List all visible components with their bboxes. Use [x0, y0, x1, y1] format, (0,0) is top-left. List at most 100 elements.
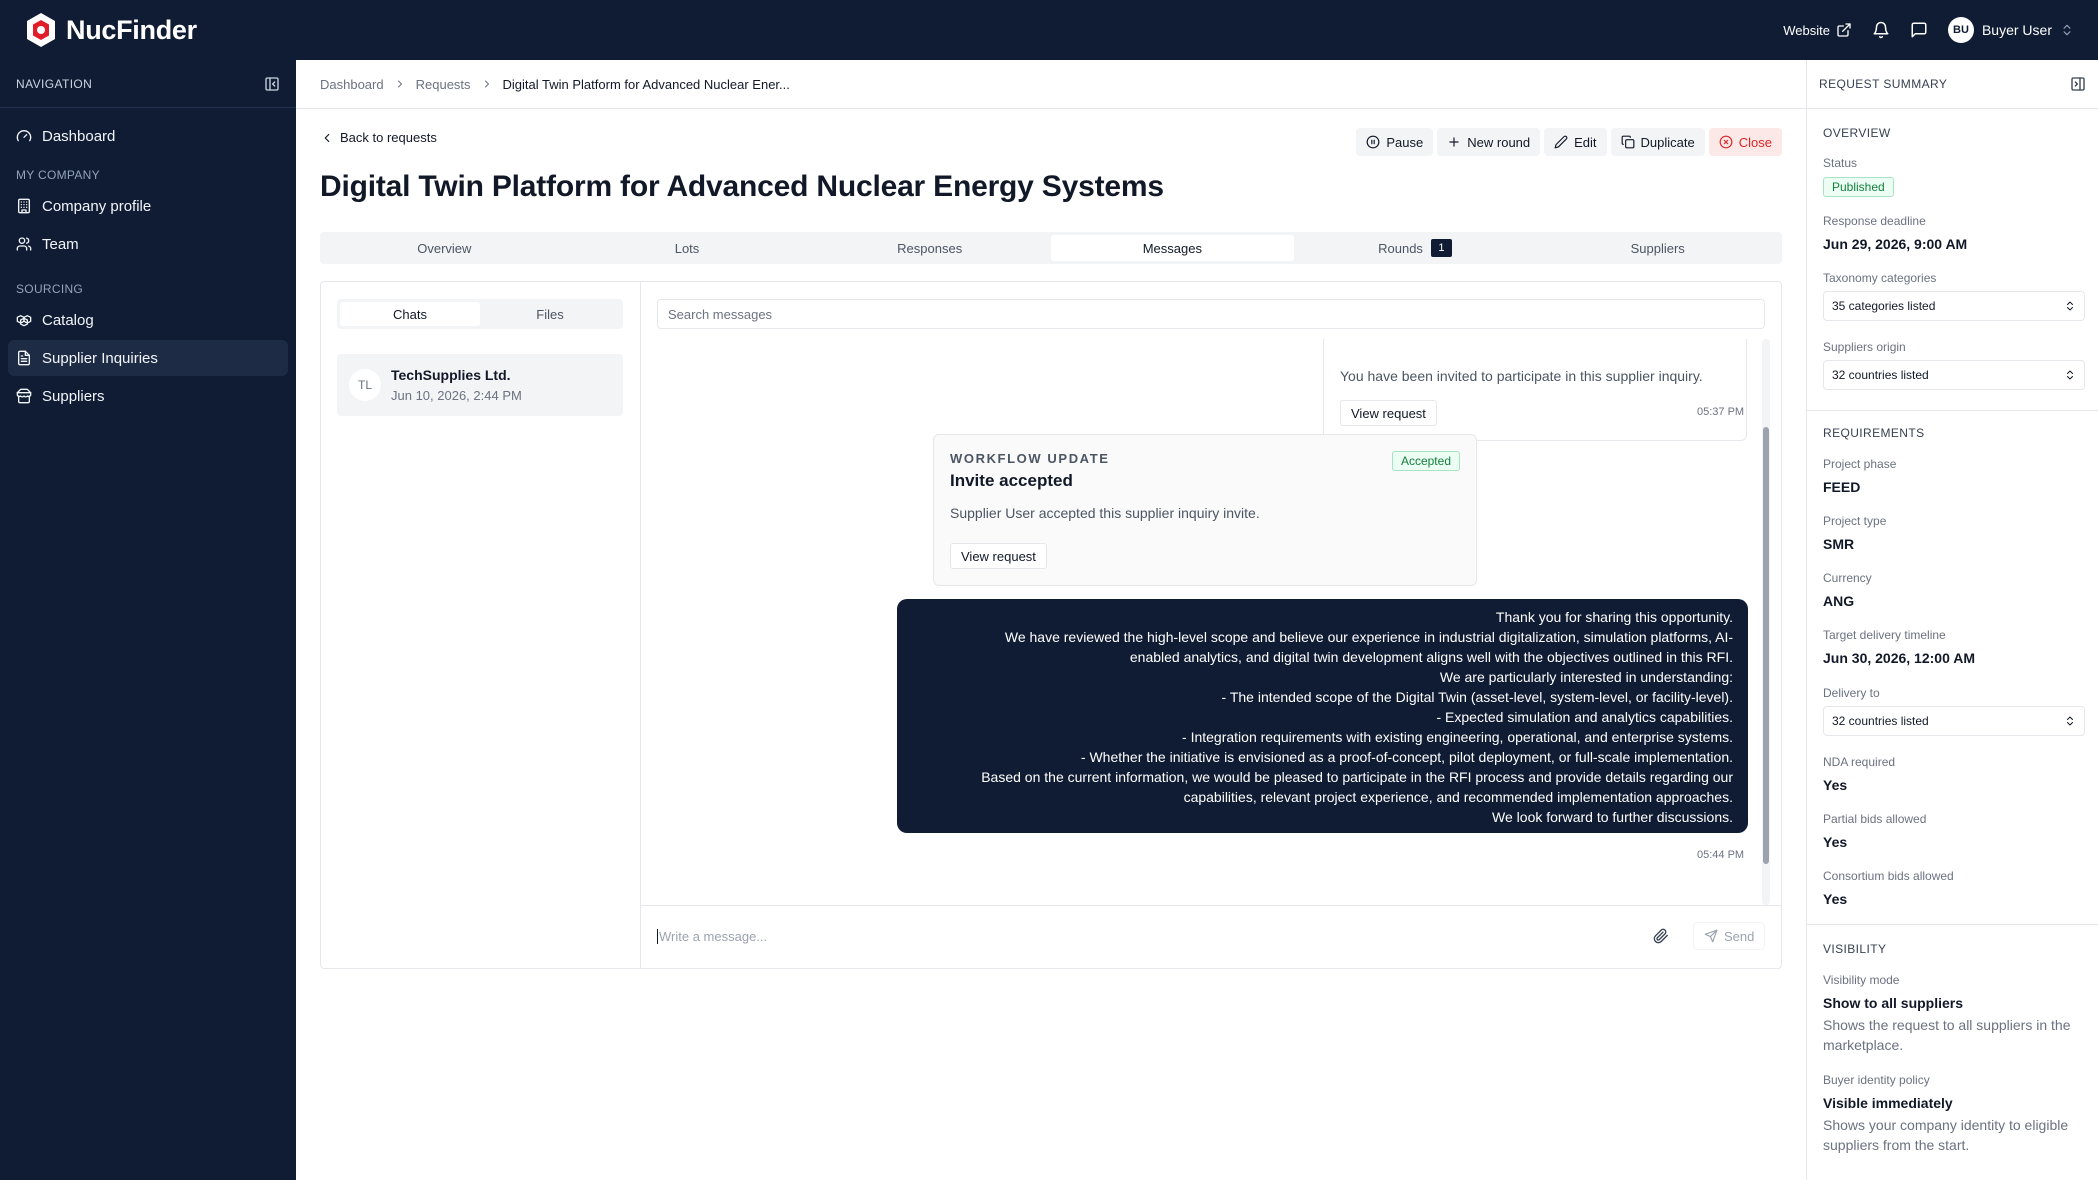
partial-bids-value: Yes	[1823, 834, 1848, 850]
identity-policy-value: Visible immediately	[1823, 1095, 1953, 1111]
avatar: TL	[349, 369, 381, 401]
paperclip-icon[interactable]	[1653, 928, 1669, 944]
chevron-updown-icon	[2067, 370, 2073, 380]
tab-rounds[interactable]: Rounds 1	[1294, 235, 1537, 261]
message-scroll-area[interactable]: You have been invited to participate in …	[641, 339, 1781, 905]
messages-panel: Chats Files TL TechSupplies Ltd. Jun 10,…	[320, 281, 1782, 969]
reply-line: We are particularly interested in unders…	[1439, 669, 1733, 685]
reply-line: Thank you for sharing this opportunity.	[1495, 609, 1733, 625]
sidebar-item-label: Company profile	[42, 197, 152, 215]
tab-label: Suppliers	[1630, 240, 1685, 256]
tab-label: Overview	[417, 240, 472, 256]
chevron-updown-icon	[2063, 24, 2071, 36]
taxonomy-label: Taxonomy categories	[1823, 271, 1937, 285]
search-input[interactable]: Search messages	[657, 299, 1765, 329]
sidebar-item-company-profile[interactable]: Company profile	[8, 188, 288, 224]
messages-icon[interactable]	[1910, 21, 1928, 39]
sidebar-item-catalog[interactable]: Catalog	[8, 302, 288, 338]
edit-button[interactable]: Edit	[1544, 128, 1607, 156]
duplicate-button[interactable]: Duplicate	[1610, 128, 1705, 156]
website-label: Website	[1783, 22, 1830, 38]
app-name: NucFinder	[66, 14, 197, 45]
back-to-requests-link[interactable]: Back to requests	[320, 130, 437, 145]
edit-label: Edit	[1574, 134, 1597, 150]
breadcrumb-dashboard[interactable]: Dashboard	[320, 77, 384, 92]
tab-messages[interactable]: Messages	[1051, 235, 1294, 261]
divider	[1807, 410, 2098, 411]
reply-message-bubble: Thank you for sharing this opportunity. …	[897, 599, 1748, 833]
reply-line: - The intended scope of the Digital Twin…	[1221, 689, 1733, 705]
workflow-text: Supplier User accepted this supplier inq…	[950, 505, 1260, 521]
close-request-button[interactable]: Close	[1708, 128, 1782, 156]
user-name: Buyer User	[1981, 22, 2052, 38]
message-time: 05:37 PM	[1697, 406, 1745, 418]
bell-icon[interactable]	[1872, 21, 1890, 39]
breadcrumb-requests[interactable]: Requests	[416, 77, 471, 92]
invite-text: You have been invited to participate in …	[1340, 368, 1703, 384]
page-title: Digital Twin Platform for Advanced Nucle…	[320, 170, 1164, 203]
sidebar-section-sourcing: SOURCING	[16, 282, 84, 296]
sidebar-item-label: Supplier Inquiries	[42, 349, 158, 367]
summary-header: REQUEST SUMMARY	[1819, 77, 1948, 91]
pause-label: Pause	[1386, 134, 1424, 150]
reply-line: - Integration requirements with existing…	[1182, 729, 1733, 745]
sidebar-item-team[interactable]: Team	[8, 226, 288, 262]
sidebar-item-label: Dashboard	[42, 127, 116, 145]
website-link[interactable]: Website	[1783, 22, 1852, 38]
chevron-updown-icon	[2067, 716, 2073, 726]
request-actions: Pause New round Edit Duplicate Close	[1356, 128, 1782, 156]
back-label: Back to requests	[340, 130, 437, 145]
workflow-label: WORKFLOW UPDATE	[950, 451, 1110, 466]
tab-suppliers[interactable]: Suppliers	[1536, 235, 1779, 261]
request-summary-panel: REQUEST SUMMARY OVERVIEW Status Publishe…	[1806, 60, 2098, 1180]
tab-lots[interactable]: Lots	[566, 235, 809, 261]
sidebar-item-label: Suppliers	[42, 387, 105, 405]
origin-select[interactable]: 32 countries listed	[1823, 360, 2085, 390]
phase-label: Project phase	[1823, 457, 1897, 471]
tab-responses[interactable]: Responses	[808, 235, 1051, 261]
workflow-title: Invite accepted	[950, 471, 1073, 490]
sidebar-section-my-company: MY COMPANY	[16, 168, 100, 182]
identity-policy-label: Buyer identity policy	[1823, 1073, 1930, 1087]
delivery-to-select[interactable]: 32 countries listed	[1823, 706, 2085, 736]
chat-name: TechSupplies Ltd.	[391, 367, 511, 383]
view-request-button[interactable]: View request	[950, 543, 1047, 569]
deadline-value: Jun 29, 2026, 9:00 AM	[1823, 236, 1968, 252]
tab-chats[interactable]: Chats	[340, 302, 480, 326]
tab-label: Rounds	[1378, 240, 1423, 256]
send-button[interactable]: Send	[1693, 922, 1766, 950]
type-value: SMR	[1823, 536, 1855, 552]
sidebar-item-supplier-inquiries[interactable]: Supplier Inquiries	[8, 340, 288, 376]
chat-date: Jun 10, 2026, 2:44 PM	[391, 388, 522, 403]
plus-icon	[1449, 137, 1459, 147]
user-menu[interactable]: BU Buyer User	[1947, 17, 2074, 43]
partial-bids-label: Partial bids allowed	[1823, 812, 1927, 826]
pause-button[interactable]: Pause	[1356, 128, 1434, 156]
breadcrumb: Dashboard Requests Digital Twin Platform…	[296, 60, 1806, 109]
tab-overview[interactable]: Overview	[323, 235, 566, 261]
type-label: Project type	[1823, 514, 1887, 528]
phase-value: FEED	[1823, 479, 1861, 495]
sidebar-item-suppliers[interactable]: Suppliers	[8, 378, 288, 414]
status-badge: Published	[1823, 177, 1894, 197]
taxonomy-select[interactable]: 35 categories listed	[1823, 291, 2085, 321]
new-round-button[interactable]: New round	[1437, 128, 1541, 156]
scrollbar-thumb[interactable]	[1763, 427, 1769, 864]
message-input[interactable]: Write a message...	[657, 929, 767, 944]
delivery-timeline-value: Jun 30, 2026, 12:00 AM	[1823, 650, 1976, 666]
nda-label: NDA required	[1823, 755, 1896, 769]
visibility-mode-value: Show to all suppliers	[1823, 995, 1964, 1011]
close-label: Close	[1738, 134, 1772, 150]
avatar: BU	[1947, 17, 1974, 43]
collapse-panel-icon[interactable]	[2070, 76, 2086, 92]
app-logo[interactable]: NucFinder	[24, 11, 197, 49]
rounds-count-badge: 1	[1430, 239, 1452, 257]
sidebar-item-dashboard[interactable]: Dashboard	[8, 118, 288, 154]
collapse-sidebar-icon[interactable]	[264, 76, 280, 92]
tab-label: Responses	[897, 240, 963, 256]
delivery-to-value: 32 countries listed	[1832, 714, 1929, 728]
list-item[interactable]: TL TechSupplies Ltd. Jun 10, 2026, 2:44 …	[337, 354, 623, 416]
view-request-button[interactable]: View request	[1340, 400, 1437, 426]
x-circle-icon	[1719, 135, 1733, 149]
tab-files[interactable]: Files	[480, 302, 620, 326]
